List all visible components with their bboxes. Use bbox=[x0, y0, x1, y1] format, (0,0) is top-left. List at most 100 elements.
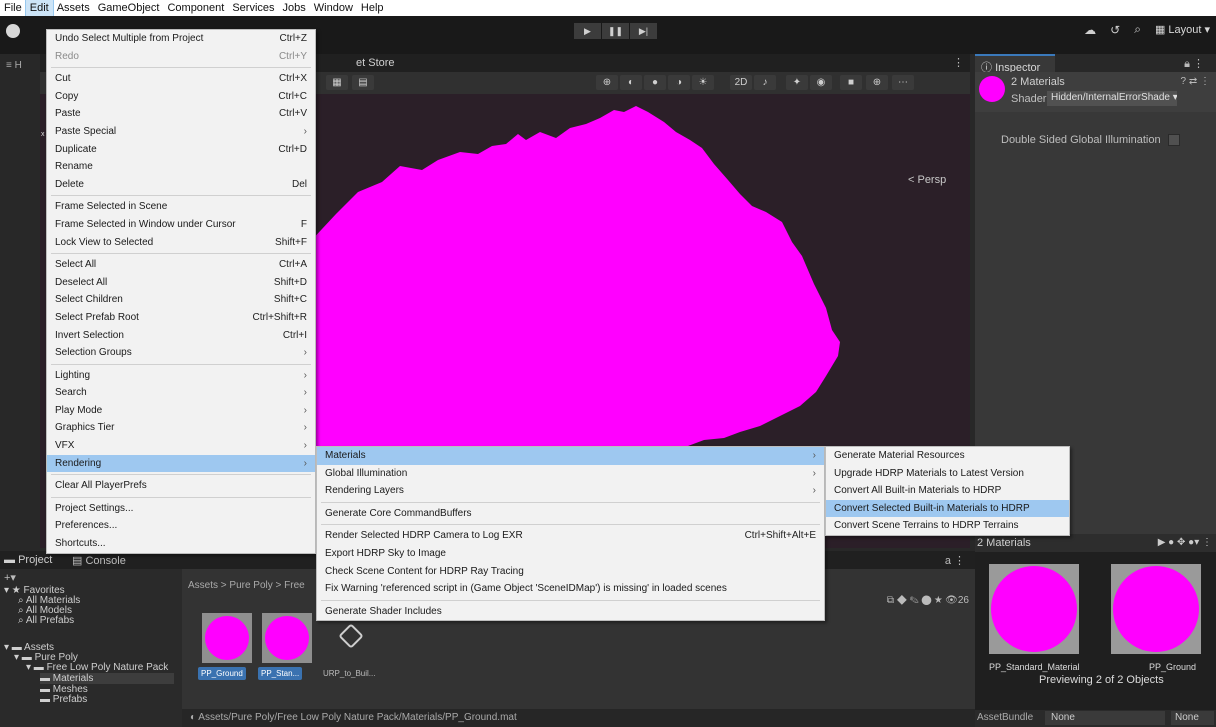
create-asset-button[interactable]: +▾ bbox=[4, 571, 16, 584]
menu-item-rename[interactable]: Rename bbox=[47, 158, 315, 176]
unity-account-icon[interactable] bbox=[6, 24, 20, 38]
camera-icon[interactable]: ■ bbox=[840, 75, 862, 90]
menu-item-cut[interactable]: Cut Ctrl+X bbox=[47, 70, 315, 88]
scene-options-icon[interactable]: ⋯ bbox=[892, 75, 914, 90]
menu-item-play-mode[interactable]: Play Mode › bbox=[47, 402, 315, 420]
menu-item-upgrade-hdrp[interactable]: Upgrade HDRP Materials to Latest Version bbox=[826, 465, 1069, 483]
menu-item-convert-all[interactable]: Convert All Built-in Materials to HDRP bbox=[826, 482, 1069, 500]
step-icon[interactable]: ▶| bbox=[630, 23, 657, 39]
menu-item-global-illumination[interactable]: Global Illumination › bbox=[317, 465, 824, 483]
inspector-header-icons[interactable]: ? ⇄ ⋮ bbox=[1181, 76, 1211, 87]
wireframe-icon[interactable]: ◑ bbox=[668, 75, 690, 90]
menu-item-select-all[interactable]: Select All Ctrl+A bbox=[47, 256, 315, 274]
menu-edit[interactable]: Edit bbox=[24, 0, 54, 17]
menu-item-render-camera-exr[interactable]: Render Selected HDRP Camera to Log EXR Ct… bbox=[317, 527, 824, 545]
menu-services[interactable]: Services bbox=[228, 0, 278, 16]
menu-item-preferences[interactable]: Preferences... bbox=[47, 517, 315, 535]
menu-item-invert-selection[interactable]: Invert Selection Ctrl+I bbox=[47, 327, 315, 345]
gizmos-icon[interactable]: ⊕ bbox=[866, 75, 888, 90]
unity-package-icon[interactable] bbox=[338, 623, 364, 649]
menu-item-frame-selected[interactable]: Frame Selected in Scene bbox=[47, 198, 315, 216]
menu-item-frame-cursor[interactable]: Frame Selected in Window under Cursor F bbox=[47, 216, 315, 234]
menu-item-search[interactable]: Search › bbox=[47, 384, 315, 402]
layout-dropdown[interactable]: ▦ Layout ▾ bbox=[1155, 23, 1210, 36]
menu-item-shortcuts[interactable]: Shortcuts... bbox=[47, 535, 315, 553]
menu-window[interactable]: Window bbox=[310, 0, 357, 16]
audio-icon[interactable]: ♪ bbox=[754, 75, 776, 90]
lock-icon[interactable]: 🔒︎ ⋮ bbox=[1184, 57, 1204, 71]
menu-jobs[interactable]: Jobs bbox=[279, 0, 310, 16]
menu-component[interactable]: Component bbox=[163, 0, 228, 16]
visibility-icon[interactable]: ◉ bbox=[810, 75, 832, 90]
tree-nature-pack[interactable]: ▾ ▬ Free Low Poly Nature Pack bbox=[26, 662, 168, 673]
menu-item-graphics-tier[interactable]: Graphics Tier › bbox=[47, 419, 315, 437]
menu-item-clear-playerprefs[interactable]: Clear All PlayerPrefs bbox=[47, 477, 315, 495]
hierarchy-tab[interactable]: ≡ H bbox=[6, 60, 22, 71]
menu-item-check-ray-tracing[interactable]: Check Scene Content for HDRP Ray Tracing bbox=[317, 563, 824, 581]
tree-materials[interactable]: ▬ Materials bbox=[40, 673, 174, 684]
menu-item-export-sky[interactable]: Export HDRP Sky to Image bbox=[317, 545, 824, 563]
menu-help[interactable]: Help bbox=[357, 0, 388, 16]
menu-item-core-commandbuffers[interactable]: Generate Core CommandBuffers bbox=[317, 505, 824, 523]
selected-asset-path: Assets/Pure Poly/Free Low Poly Nature Pa… bbox=[198, 712, 517, 723]
menu-item-materials[interactable]: Materials › bbox=[317, 447, 824, 465]
console-tab[interactable]: ▤ Console bbox=[72, 554, 126, 567]
menu-item-shader-includes[interactable]: Generate Shader Includes bbox=[317, 603, 824, 621]
search-icon[interactable]: ⌕ bbox=[1134, 22, 1141, 37]
menu-item-duplicate[interactable]: Duplicate Ctrl+D bbox=[47, 141, 315, 159]
project-tab[interactable]: ▬ Project bbox=[4, 554, 52, 566]
menu-item-generate-material-resources[interactable]: Generate Material Resources bbox=[826, 447, 1069, 465]
lighting-icon[interactable]: ☀ bbox=[692, 75, 714, 90]
pause-icon[interactable]: ❚❚ bbox=[602, 23, 629, 39]
history-icon[interactable]: ↺ bbox=[1110, 23, 1120, 37]
preview-controls[interactable]: ▶ ● ✥ ●▾ ⋮ bbox=[1158, 537, 1212, 548]
menu-item-rendering-layers[interactable]: Rendering Layers › bbox=[317, 482, 824, 500]
menu-item-undo[interactable]: Undo Select Multiple from Project Ctrl+Z bbox=[47, 30, 315, 48]
breadcrumb[interactable]: Assets > Pure Poly > Free bbox=[188, 580, 305, 591]
project-filter-icons[interactable]: ⧉ ◆ ✎ ⬤ ★ 👁︎26 bbox=[887, 595, 969, 606]
shader-dropdown[interactable]: Hidden/InternalErrorShade ▾ bbox=[1047, 91, 1177, 106]
double-sided-gi-checkbox[interactable] bbox=[1168, 134, 1180, 146]
menu-item-redo[interactable]: Redo Ctrl+Y bbox=[47, 48, 315, 66]
menu-item-paste-special[interactable]: Paste Special › bbox=[47, 123, 315, 141]
tree-all-prefabs[interactable]: ⌕ All Prefabs bbox=[18, 615, 74, 626]
cloud-icon[interactable]: ☁ bbox=[1084, 23, 1096, 37]
menu-item-convert-selected[interactable]: Convert Selected Built-in Materials to H… bbox=[826, 499, 1069, 518]
asset-thumb-pp-standard[interactable] bbox=[262, 613, 312, 663]
menu-item-rendering[interactable]: Rendering › bbox=[47, 454, 315, 473]
menu-item-copy[interactable]: Copy Ctrl+C bbox=[47, 88, 315, 106]
2d-icon[interactable]: 2D bbox=[730, 75, 752, 90]
menu-item-project-settings[interactable]: Project Settings... bbox=[47, 500, 315, 518]
menu-item-paste[interactable]: Paste Ctrl+V bbox=[47, 105, 315, 123]
menu-item-deselect-all[interactable]: Deselect All Shift+D bbox=[47, 274, 315, 292]
effects-icon[interactable]: ✦ bbox=[786, 75, 808, 90]
more-icon[interactable]: ⋮ bbox=[953, 56, 964, 69]
menu-item-lock-view[interactable]: Lock View to Selected Shift+F bbox=[47, 234, 315, 252]
orientation-icon[interactable]: ⊕ bbox=[596, 75, 618, 90]
asset-thumb-pp-ground[interactable] bbox=[202, 613, 252, 663]
menu-item-select-children[interactable]: Select Children Shift+C bbox=[47, 291, 315, 309]
menu-item-vfx[interactable]: VFX › bbox=[47, 437, 315, 455]
menu-item-lighting[interactable]: Lighting › bbox=[47, 367, 315, 385]
menu-item-delete[interactable]: Delete Del bbox=[47, 176, 315, 194]
assetbundle-dropdown[interactable]: None bbox=[1045, 711, 1165, 725]
lit-icon[interactable]: ● bbox=[644, 75, 666, 90]
snap-icon[interactable]: ▤ bbox=[352, 75, 374, 90]
menu-item-selection-groups[interactable]: Selection Groups › bbox=[47, 344, 315, 362]
panel-lock-icon[interactable]: a ⋮ bbox=[945, 554, 965, 567]
menu-file[interactable]: File bbox=[0, 0, 26, 16]
play-icon[interactable]: ▶ bbox=[574, 23, 601, 39]
grid-icon[interactable]: ▦ bbox=[326, 75, 348, 90]
menu-item-convert-terrains[interactable]: Convert Scene Terrains to HDRP Terrains bbox=[826, 517, 1069, 535]
submenu-arrow-icon: › bbox=[303, 347, 307, 359]
menu-item-fix-warning[interactable]: Fix Warning 'referenced script in (Game … bbox=[317, 580, 824, 598]
tree-prefabs[interactable]: ▬ Prefabs bbox=[40, 694, 87, 705]
menu-assets[interactable]: Assets bbox=[53, 0, 94, 16]
asset-store-tab[interactable]: et Store bbox=[356, 57, 395, 69]
shading-icon[interactable]: ◐ bbox=[620, 75, 642, 90]
inspector-tab[interactable]: ⓘ Inspector bbox=[975, 54, 1055, 74]
menu-gameobject[interactable]: GameObject bbox=[94, 0, 164, 16]
assetbundle-variant-dropdown[interactable]: None bbox=[1171, 711, 1214, 725]
menu-item-select-prefab-root[interactable]: Select Prefab Root Ctrl+Shift+R bbox=[47, 309, 315, 327]
persp-label[interactable]: < Persp bbox=[908, 174, 946, 186]
